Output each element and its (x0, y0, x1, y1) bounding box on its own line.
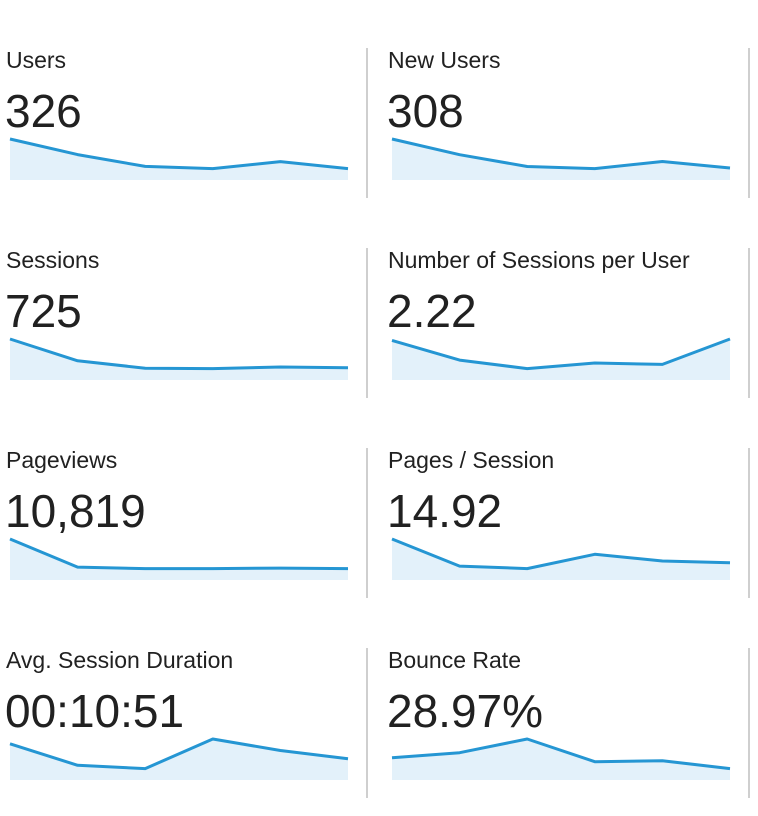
sparkline-area (10, 339, 348, 380)
metric-value: 725 (5, 285, 82, 337)
metric-value: 10,819 (5, 485, 146, 537)
metric-card-new-users[interactable]: New Users 308 (382, 0, 742, 180)
card-divider (748, 448, 750, 598)
sparkline-area (10, 139, 348, 180)
metric-value: 2.22 (387, 285, 477, 337)
metric-label: Pages / Session (388, 447, 555, 473)
sparkline-area (392, 739, 730, 780)
metric-label: Avg. Session Duration (6, 647, 234, 673)
metric-value: 326 (5, 85, 82, 137)
metric-value: 00:10:51 (5, 685, 185, 737)
sparkline-chart (391, 737, 731, 780)
card-divider (748, 48, 750, 198)
sparkline-area (392, 139, 730, 180)
metric-value: 28.97% (387, 685, 544, 737)
metric-value: 308 (387, 85, 464, 137)
card-divider (366, 248, 368, 398)
sparkline-chart (391, 537, 731, 580)
metric-card-users[interactable]: Users 326 (0, 0, 360, 180)
metric-label: New Users (388, 47, 501, 73)
metric-card-bounce-rate[interactable]: Bounce Rate 28.97% (382, 600, 742, 780)
sparkline-chart (391, 337, 731, 380)
metric-card-avg-session-duration[interactable]: Avg. Session Duration 00:10:51 (0, 600, 360, 780)
metric-label: Sessions (6, 247, 100, 273)
sparkline-chart (9, 737, 349, 780)
metric-label: Pageviews (6, 447, 118, 473)
sparkline-chart (9, 337, 349, 380)
sparkline-chart (9, 537, 349, 580)
metric-label: Users (6, 47, 67, 73)
metrics-grid: Users 326 New Users 308 Sessions 725 Num… (0, 0, 758, 816)
sparkline-chart (391, 137, 731, 180)
metric-card-sessions-per-user[interactable]: Number of Sessions per User 2.22 (382, 200, 742, 380)
metric-card-sessions[interactable]: Sessions 725 (0, 200, 360, 380)
metric-card-pages-per-session[interactable]: Pages / Session 14.92 (382, 400, 742, 580)
metric-value: 14.92 (387, 485, 503, 537)
metric-card-pageviews[interactable]: Pageviews 10,819 (0, 400, 360, 580)
card-divider (366, 448, 368, 598)
card-divider (748, 648, 750, 798)
sparkline-chart (9, 137, 349, 180)
card-divider (366, 48, 368, 198)
metric-label: Number of Sessions per User (388, 247, 690, 273)
card-divider (366, 648, 368, 798)
metric-label: Bounce Rate (388, 647, 521, 673)
card-divider (748, 248, 750, 398)
